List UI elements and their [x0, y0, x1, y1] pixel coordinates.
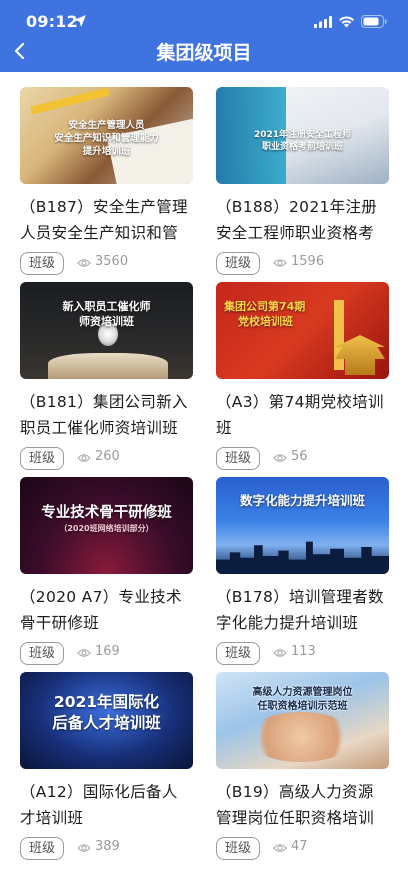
status-time: 09:12 [26, 12, 78, 31]
course-card[interactable]: 集团公司第74期 党校培训班 （A3）第74期党校培训班 班级 56 [216, 282, 389, 471]
course-thumbnail: 专业技术骨干研修班 （2020班网络培训部分） [20, 477, 193, 574]
class-tag: 班级 [20, 837, 65, 860]
thumbnail-caption: 集团公司第74期 党校培训班 [224, 300, 306, 328]
wifi-icon [339, 16, 354, 28]
course-thumbnail: 2021年注册安全工程师 职业资格考前培训班 [216, 87, 389, 184]
thumbnail-caption: 数字化能力提升培训班 [239, 493, 365, 508]
view-count: 47 [291, 839, 308, 854]
class-tag: 班级 [216, 642, 261, 665]
course-meta: 班级 389 [20, 837, 193, 861]
thumbnail-caption: 2021年注册安全工程师 职业资格考前培训班 [253, 130, 352, 153]
course-thumbnail: 集团公司第74期 党校培训班 [216, 282, 389, 379]
course-meta: 班级 47 [216, 837, 389, 861]
ruler-image [30, 87, 110, 115]
class-tag: 班级 [216, 837, 261, 860]
course-card[interactable]: 新入职员工催化师 师资培训班 （B181）集团公司新入职员工催化师资培训班 班级… [20, 282, 193, 471]
course-title: （2020 A7）专业技术骨干研修班 [20, 588, 182, 632]
eye-icon [77, 844, 91, 852]
thumbnail-caption: 新入职员工催化师 师资培训班 [62, 300, 151, 328]
location-arrow-icon [74, 15, 86, 27]
eye-icon [77, 259, 91, 267]
class-tag: 班级 [20, 252, 65, 275]
course-card[interactable]: 2021年国际化 后备人才培训班 （A12）国际化后备人才培训班 班级 389 [20, 672, 193, 861]
course-thumbnail: 数字化能力提升培训班 [216, 477, 389, 574]
thumbnail-caption: 高级人力资源管理岗位 任职资格培训示范班 [252, 687, 353, 712]
course-title: （B188）2021年注册安全工程师职业资格考试考… [216, 198, 378, 242]
course-title: （B19）高级人力资源管理岗位任职资格培训示… [216, 783, 375, 827]
course-thumbnail: 2021年国际化 后备人才培训班 [20, 672, 193, 769]
eye-icon [273, 454, 287, 462]
class-tag: 班级 [216, 252, 261, 275]
pillar-image [334, 300, 344, 370]
thumbnail-caption: 专业技术骨干研修班 （2020班网络培训部分） [41, 505, 172, 533]
course-title: （B178）培训管理者数字化能力提升培训班（第… [216, 588, 384, 632]
view-count: 389 [95, 839, 120, 854]
thumbnail-caption: 2021年国际化 后备人才培训班 [52, 693, 161, 732]
course-thumbnail: 新入职员工催化师 师资培训班 [20, 282, 193, 379]
course-title: （A12）国际化后备人才培训班 [20, 783, 178, 827]
course-meta: 班级 169 [20, 642, 193, 666]
course-card[interactable]: 安全生产管理人员 安全生产知识和管理能力 提升培训班 （B187）安全生产管理人… [20, 87, 193, 276]
eye-icon [77, 649, 91, 657]
course-meta: 班级 1596 [216, 252, 389, 276]
course-title: （B187）安全生产管理人员安全生产知识和管理… [20, 198, 188, 242]
skyline-image [216, 541, 389, 574]
course-thumbnail: 高级人力资源管理岗位 任职资格培训示范班 [216, 672, 389, 769]
class-tag: 班级 [216, 447, 261, 470]
page-title: 集团级项目 [156, 42, 252, 64]
view-count: 260 [95, 449, 120, 464]
nav-bar: 集团级项目 [0, 34, 408, 70]
book-image [48, 353, 168, 379]
course-title: （B181）集团公司新入职员工催化师资培训班 [20, 393, 188, 437]
eye-icon [77, 454, 91, 462]
course-card[interactable]: 数字化能力提升培训班 （B178）培训管理者数字化能力提升培训班（第… 班级 1… [216, 477, 389, 666]
class-tag: 班级 [20, 642, 65, 665]
course-meta: 班级 56 [216, 447, 389, 471]
thumbnail-caption: 安全生产管理人员 安全生产知识和管理能力 提升培训班 [54, 120, 159, 157]
hands-image [246, 712, 356, 762]
course-title: （A3）第74期党校培训班 [216, 393, 384, 437]
course-card[interactable]: 专业技术骨干研修班 （2020班网络培训部分） （2020 A7）专业技术骨干研… [20, 477, 193, 666]
view-count: 169 [95, 644, 120, 659]
view-count: 56 [291, 449, 308, 464]
view-count: 113 [291, 644, 316, 659]
course-meta: 班级 113 [216, 642, 389, 666]
eye-icon [273, 259, 287, 267]
course-card[interactable]: 高级人力资源管理岗位 任职资格培训示范班 （B19）高级人力资源管理岗位任职资格… [216, 672, 389, 861]
cellular-signal-icon [314, 16, 332, 28]
header: 09:12 集团级项目 [0, 0, 408, 72]
course-card[interactable]: 2021年注册安全工程师 职业资格考前培训班 （B188）2021年注册安全工程… [216, 87, 389, 276]
battery-icon [361, 15, 387, 28]
view-count: 3560 [95, 254, 129, 269]
eye-icon [273, 844, 287, 852]
class-tag: 班级 [20, 447, 65, 470]
course-meta: 班级 260 [20, 447, 193, 471]
course-thumbnail: 安全生产管理人员 安全生产知识和管理能力 提升培训班 [20, 87, 193, 184]
view-count: 1596 [291, 254, 325, 269]
eye-icon [273, 649, 287, 657]
course-meta: 班级 3560 [20, 252, 193, 276]
